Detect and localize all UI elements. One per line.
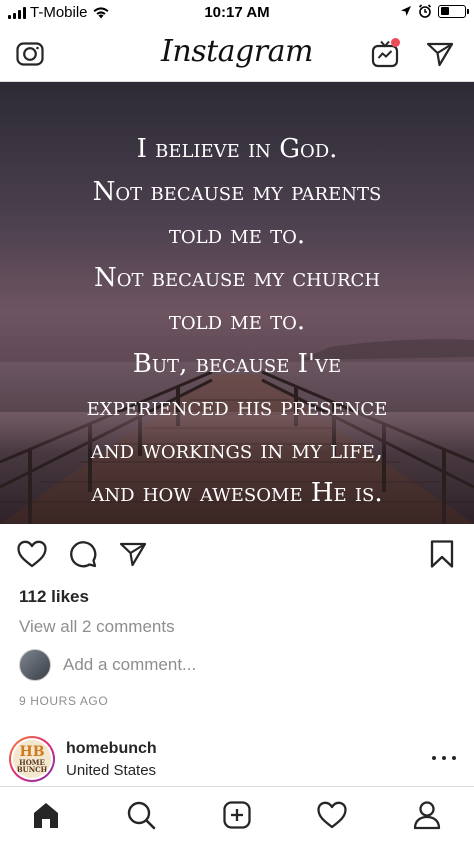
battery-level — [440, 7, 449, 15]
search-icon[interactable] — [123, 797, 159, 833]
next-post-header: HB HOME BUNCH homebunch United States — [0, 734, 474, 784]
avatar — [19, 649, 51, 681]
add-comment-input[interactable]: Add a comment... — [63, 655, 196, 675]
story-ring[interactable]: HB HOME BUNCH — [9, 736, 55, 782]
add-comment-row: Add a comment... — [19, 649, 196, 681]
quote-line: and workings in my life, — [90, 435, 384, 465]
quote-line: experienced his presence — [86, 392, 388, 422]
quote-line: Not because my church — [93, 263, 381, 293]
notification-dot — [391, 38, 400, 47]
status-bar: T-Mobile 10:17 AM — [0, 0, 474, 26]
share-icon[interactable] — [117, 538, 149, 570]
post-username[interactable]: homebunch — [66, 740, 157, 758]
post-actions — [0, 524, 474, 584]
view-comments-link[interactable]: View all 2 comments — [19, 617, 175, 637]
like-count[interactable]: 112 likes — [19, 587, 89, 607]
post-image[interactable]: I believe in God. Not because my parents t… — [0, 82, 474, 524]
home-icon[interactable] — [28, 797, 64, 833]
avatar-frame: HB HOME BUNCH — [11, 738, 53, 780]
top-nav: Instagram — [0, 26, 474, 82]
homebunch-avatar: HB HOME BUNCH — [13, 740, 51, 778]
alarm-icon — [418, 4, 432, 18]
battery-icon — [438, 4, 469, 18]
more-options-icon[interactable] — [432, 748, 456, 768]
quote-text: I believe in God. Not because my parents t… — [0, 128, 474, 515]
quote-line: and how awesome He is. — [91, 478, 383, 508]
profile-icon[interactable] — [409, 797, 445, 833]
igtv-icon[interactable] — [367, 36, 403, 72]
new-post-icon[interactable] — [219, 797, 255, 833]
activity-icon[interactable] — [314, 797, 350, 833]
quote-line: But, because I've — [132, 349, 342, 379]
status-right-group — [400, 4, 469, 18]
direct-message-icon[interactable] — [422, 36, 458, 72]
quote-line: Not because my parents — [92, 177, 382, 207]
avatar-logo-mark: HB — [19, 744, 45, 760]
like-icon[interactable] — [16, 538, 48, 570]
location-arrow-icon — [401, 6, 411, 16]
quote-line: told me to. — [168, 306, 306, 336]
quote-line: told me to. — [168, 220, 306, 250]
post-timestamp: 9 HOURS AGO — [19, 694, 109, 708]
avatar-logo-line-2: BUNCH — [16, 765, 48, 774]
post-location[interactable]: United States — [66, 762, 156, 779]
save-icon[interactable] — [426, 538, 458, 570]
quote-line: I believe in God. — [136, 134, 338, 164]
bottom-tab-bar — [0, 786, 474, 843]
comment-icon[interactable] — [67, 538, 99, 570]
